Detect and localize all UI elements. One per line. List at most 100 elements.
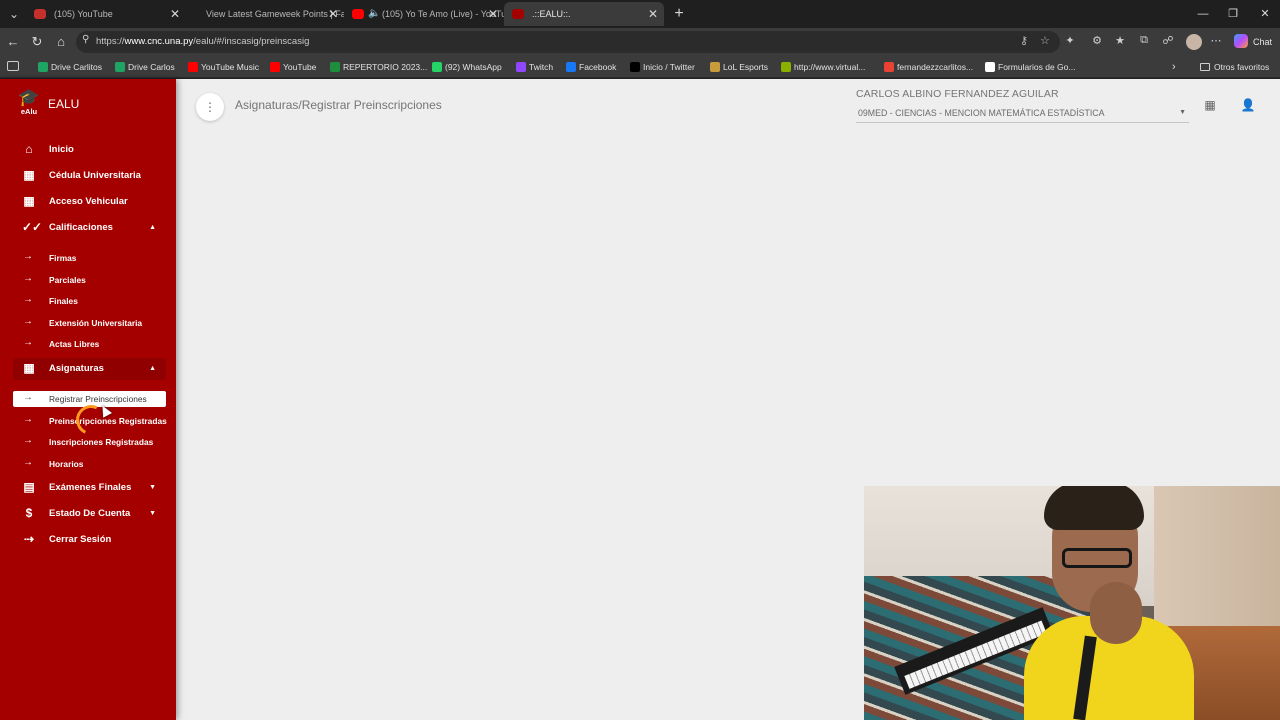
sidebar-item-acceso-vehicular[interactable]: ▦ Acceso Vehicular [13, 191, 166, 213]
sidebar-subitem-horarios[interactable]: → Horarios [13, 456, 166, 472]
sidebar-item-asignaturas[interactable]: ▦ Asignaturas ▲ [13, 358, 166, 380]
chat-label[interactable]: Chat [1253, 28, 1272, 56]
sidebar-subitem-inscripciones-registradas[interactable]: → Inscripciones Registradas [13, 434, 166, 450]
window-close-icon[interactable]: ✕ [1250, 4, 1280, 24]
tab-actions-chevron-icon[interactable]: ⌄ [4, 4, 24, 24]
bookmark-item[interactable]: fernandezzcarlitos... [884, 56, 973, 78]
bookmark-item[interactable]: Drive Carlos [115, 56, 175, 78]
arrow-right-icon: → [23, 457, 33, 468]
sidebar-item-inicio[interactable]: ⌂ Inicio [13, 139, 166, 161]
bookmark-item[interactable]: YouTube Music [188, 56, 259, 78]
sidebar-subitem-firmas[interactable]: → Firmas [13, 250, 166, 266]
sidebar-item-label: Cédula Universitaria [49, 170, 141, 181]
profile-avatar[interactable] [1186, 34, 1202, 50]
bookmark-item[interactable]: (92) WhatsApp [432, 56, 502, 78]
bookmark-label: Inicio / Twitter [643, 62, 695, 72]
url-host: www.cnc.una.py [124, 36, 194, 47]
favorite-star-icon[interactable]: ☆ [1040, 34, 1050, 47]
logo-text: eAlu [20, 107, 38, 116]
bookmark-item[interactable]: YouTube [270, 56, 316, 78]
career-select[interactable]: 09MED - CIENCIAS - MENCION MATEMÁTICA ES… [856, 103, 1189, 123]
browser-tab-active[interactable]: .::EALU::. ✕ [504, 2, 664, 26]
more-vert-icon[interactable]: ⋮ [196, 93, 224, 121]
bookmark-favicon-icon [710, 62, 720, 72]
speaker-icon[interactable]: 🔈 [368, 2, 380, 26]
caret-up-icon: ▲ [149, 365, 156, 372]
close-tab-icon[interactable]: ✕ [648, 2, 658, 26]
sidebar-item-label: Asignaturas [49, 363, 104, 374]
caret-up-icon: ▲ [149, 224, 156, 231]
more-options-icon[interactable]: ⋯ [1208, 34, 1224, 47]
close-tab-icon[interactable]: ✕ [170, 2, 180, 26]
browser-tab[interactable]: (105) YouTube ✕ [26, 2, 186, 26]
share-icon[interactable]: ☍ [1160, 34, 1176, 47]
reload-icon[interactable]: ↻ [28, 33, 46, 51]
user-name: CARLOS ALBINO FERNANDEZ AGUILAR [856, 88, 1059, 100]
user-account-icon[interactable]: 👤 [1240, 97, 1256, 113]
back-icon[interactable]: ← [4, 33, 22, 51]
sidebar-subitem-parciales[interactable]: → Parciales [13, 272, 166, 288]
id-badge-icon: ▦ [23, 194, 35, 208]
brand-title: EALU [48, 97, 80, 111]
sidebar-subitem-label: Actas Libres [49, 339, 100, 349]
favorites-icon[interactable]: ★ [1112, 34, 1128, 47]
bookmark-item[interactable]: http://www.virtual... [781, 56, 865, 78]
key-icon[interactable]: ⚷ [1020, 34, 1028, 47]
browser-tab[interactable]: View Latest Gameweek Points | Fa ✕ [186, 2, 344, 26]
collections-icon[interactable]: ⧉ [1136, 34, 1152, 47]
bookmark-item[interactable]: REPERTORIO 2023... [330, 56, 427, 78]
bookmark-label: http://www.virtual... [794, 62, 866, 72]
bookmark-label: Facebook [579, 62, 617, 72]
other-favorites[interactable]: Otros favoritos [1200, 56, 1269, 78]
dashboard-grid-icon[interactable]: ▦ [1202, 97, 1218, 113]
home-icon[interactable]: ⌂ [52, 33, 70, 51]
sidebar-item-label: Exámenes Finales [49, 482, 132, 493]
site-info-icon[interactable]: ⚲ [82, 34, 89, 45]
sidebar-subitem-actas-libres[interactable]: → Actas Libres [13, 336, 166, 352]
browser-tab[interactable]: 🔈 (105) Yo Te Amo (Live) - YouTu ✕ [344, 2, 504, 26]
sidebar-item-label: Acceso Vehicular [49, 196, 128, 207]
sidebar: 🎓 eAlu EALU ⌂ Inicio ▦ Cédula Universita… [0, 79, 176, 720]
sidebar-subitem-extension[interactable]: → Extensión Universitaria [13, 315, 166, 331]
bookmark-label: Formularios de Go... [998, 62, 1076, 72]
bookmark-item[interactable]: Facebook [566, 56, 616, 78]
sidebar-subitem-label: Registrar Preinscripciones [49, 394, 147, 404]
bookmark-label: REPERTORIO 2023... [343, 62, 428, 72]
copilot-icon[interactable] [1234, 34, 1248, 48]
bookmark-item[interactable]: LoL Esports [710, 56, 768, 78]
sidebar-subitem-label: Finales [49, 296, 78, 306]
tab-title: View Latest Gameweek Points | Fa [206, 9, 344, 19]
dropdown-arrow-icon: ▼ [1179, 109, 1186, 116]
close-tab-icon[interactable]: ✕ [328, 2, 338, 26]
new-tab-icon[interactable]: + [670, 3, 688, 25]
tab-title: (105) YouTube [54, 9, 113, 19]
grid-icon: ▦ [23, 361, 35, 375]
minimize-icon[interactable]: — [1188, 4, 1218, 24]
sidebar-item-estado-de-cuenta[interactable]: $ Estado De Cuenta ▼ [13, 503, 166, 525]
sidebar-subitem-finales[interactable]: → Finales [13, 293, 166, 309]
extensions-icon[interactable]: ✦ [1062, 34, 1078, 47]
close-tab-icon[interactable]: ✕ [488, 2, 498, 26]
bookmark-item[interactable]: Formularios de Go... [985, 56, 1075, 78]
bookmark-item[interactable]: Twitch [516, 56, 553, 78]
bookmark-favicon-icon [188, 62, 198, 72]
sidebar-item-cerrar-sesion[interactable]: ⇢ Cerrar Sesión [13, 529, 166, 551]
arrow-right-icon: → [23, 316, 33, 327]
arrow-right-icon: → [23, 414, 33, 425]
webcam-person-glasses [1062, 548, 1132, 568]
bookmark-item[interactable]: Inicio / Twitter [630, 56, 695, 78]
sidebar-item-cedula[interactable]: ▦ Cédula Universitaria [13, 165, 166, 187]
tab-actions-icon[interactable] [7, 61, 19, 71]
ealu-logo[interactable]: 🎓 eAlu [17, 89, 41, 119]
bookmark-item[interactable]: Drive Carlitos [38, 56, 102, 78]
performance-icon[interactable]: ⚙ [1089, 34, 1105, 47]
double-check-icon: ✓✓ [22, 220, 43, 234]
arrow-right-icon: → [23, 251, 33, 262]
sidebar-item-examenes-finales[interactable]: ▤ Exámenes Finales ▼ [13, 477, 166, 499]
sidebar-item-calificaciones[interactable]: ✓✓ Calificaciones ▲ [13, 217, 166, 239]
youtube-favicon-icon [34, 9, 46, 19]
restore-icon[interactable]: ❐ [1218, 4, 1248, 24]
arrow-right-icon: → [23, 273, 33, 284]
address-bar[interactable]: ⚲ https://www.cnc.una.py/ealu/#/inscasig… [76, 31, 1060, 53]
chevron-right-icon[interactable]: › [1172, 56, 1176, 78]
